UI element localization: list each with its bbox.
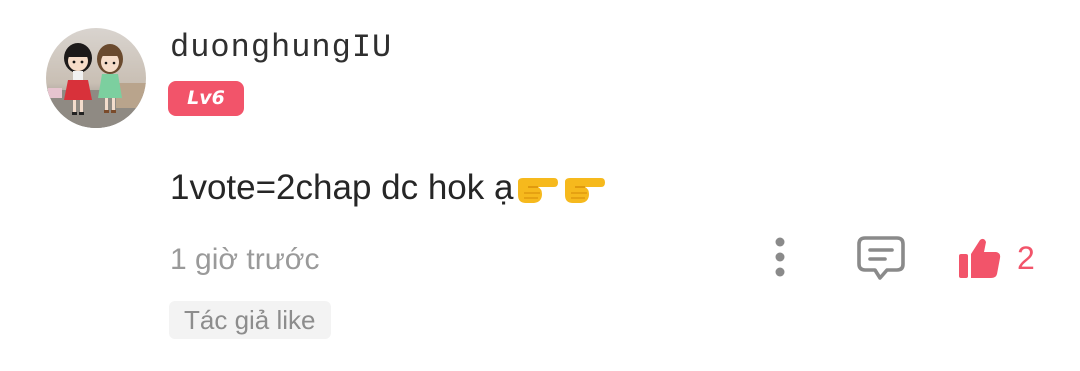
comment-text: 1vote=2chap dc hok ạ (170, 168, 514, 207)
avatar-image (46, 28, 146, 128)
reply-button[interactable] (855, 234, 907, 282)
avatar[interactable] (46, 28, 146, 128)
like-button[interactable]: 2 (955, 232, 1035, 284)
thumbs-up-icon (959, 238, 1001, 278)
level-badge: Lv6 (168, 81, 244, 116)
comment-bubble-icon (857, 236, 905, 280)
pointing-right-hand-icon (514, 168, 560, 208)
timestamp: 1 giờ trước (170, 243, 320, 276)
comment-body: 1vote=2chap dc hok ạ (170, 166, 607, 210)
author-liked-tag: Tác giả like (169, 301, 331, 339)
pointing-right-hand-icon (561, 168, 607, 208)
more-options-button[interactable] (760, 234, 800, 280)
vertical-dots-icon (775, 237, 785, 277)
like-count: 2 (1017, 240, 1035, 276)
username[interactable]: duonghungIU (170, 28, 392, 68)
